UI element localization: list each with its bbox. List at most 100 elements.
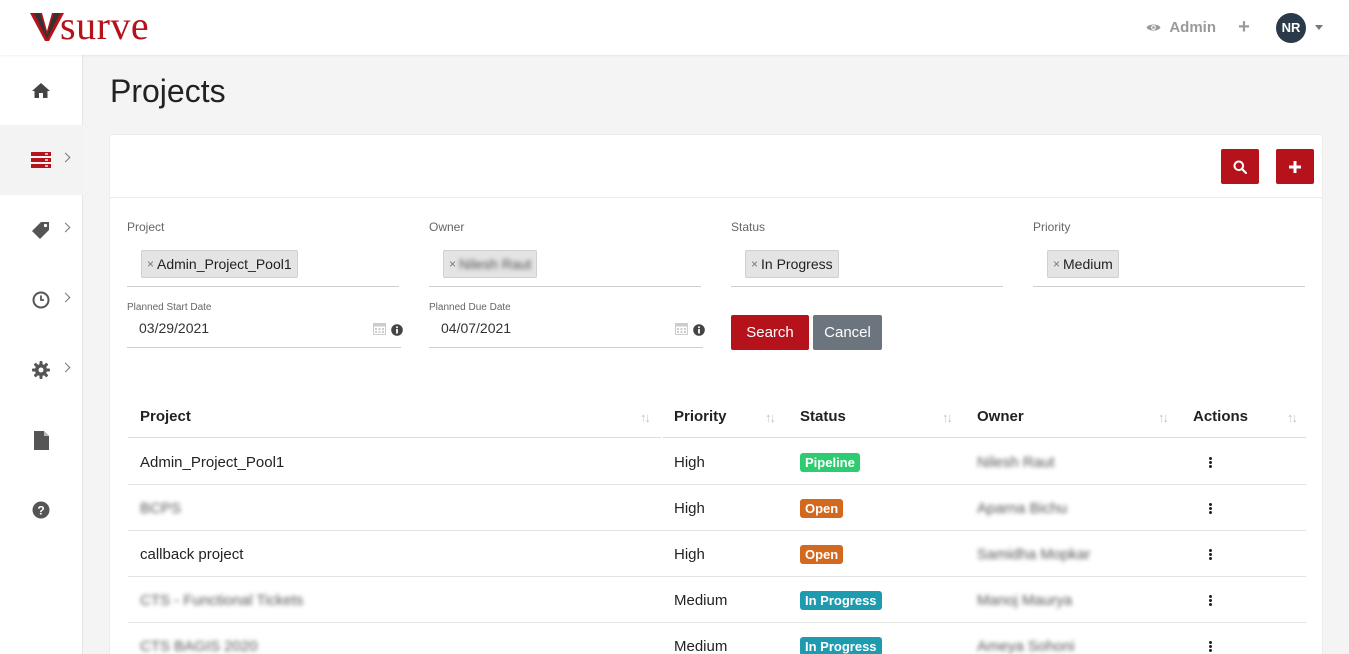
sidebar-item-time[interactable] <box>0 265 83 335</box>
project-filter-select[interactable]: × Admin_Project_Pool1 <box>127 250 399 287</box>
cancel-button[interactable]: Cancel <box>813 315 882 350</box>
sort-icon[interactable]: ↑↓ <box>1158 410 1169 425</box>
table-row[interactable]: Admin_Project_Pool1 High Pipeline Nilesh Ra… <box>128 439 1306 485</box>
column-header-status[interactable]: Status ↑↓ <box>788 396 965 438</box>
project-filter-value: Admin_Project_Pool1 <box>157 256 292 272</box>
admin-label: Admin <box>1169 19 1216 36</box>
project-name: callback project <box>140 545 244 563</box>
document-icon <box>31 430 51 450</box>
project-name-cell[interactable]: Admin_Project_Pool1 <box>140 439 650 485</box>
gear-icon <box>31 360 51 380</box>
remove-tag-icon[interactable]: × <box>751 257 758 271</box>
priority-filter-label: Priority <box>1033 220 1071 234</box>
info-icon[interactable] <box>693 323 705 339</box>
chevron-right-icon <box>60 222 71 233</box>
status-badge: Open <box>800 498 844 518</box>
more-actions-icon[interactable] <box>1205 639 1215 653</box>
project-name-cell[interactable]: CTS - Functional Tickets <box>140 577 650 623</box>
add-project-button[interactable] <box>1276 149 1314 184</box>
project-name: Admin_Project_Pool1 <box>140 453 285 471</box>
top-bar: surve Admin + NR <box>0 0 1349 55</box>
tickets-icon <box>31 220 51 240</box>
table-row[interactable]: callback project High Open Samidha Mopkar <box>128 531 1306 577</box>
sort-icon[interactable]: ↑↓ <box>1287 410 1298 425</box>
remove-tag-icon[interactable]: × <box>147 257 154 271</box>
eye-icon <box>1146 24 1161 31</box>
calendar-icon[interactable] <box>675 322 688 338</box>
sidebar-item-help[interactable]: ? <box>0 475 83 545</box>
project-name: CTS - Functional Tickets <box>140 591 304 609</box>
column-header-label: Priority <box>674 408 727 425</box>
priority-filter-select[interactable]: × Medium <box>1033 250 1305 287</box>
column-header-actions: Actions ↑↓ <box>1181 396 1306 438</box>
plus-icon <box>1289 160 1301 173</box>
info-icon[interactable] <box>391 323 403 339</box>
help-icon: ? <box>31 500 51 520</box>
sidebar-item-tickets[interactable] <box>0 195 83 265</box>
owner-cell: Nilesh Raut <box>977 439 1177 485</box>
remove-tag-icon[interactable]: × <box>1053 257 1060 271</box>
home-icon <box>31 80 51 100</box>
column-header-priority[interactable]: Priority ↑↓ <box>663 396 788 438</box>
sidebar-item-projects[interactable] <box>0 125 83 195</box>
owner-filter-select[interactable]: × Nilesh Raut <box>429 250 701 287</box>
column-header-label: Status <box>800 408 846 425</box>
calendar-icon[interactable] <box>373 322 386 338</box>
more-actions-icon[interactable] <box>1205 455 1215 469</box>
sidebar-item-home[interactable] <box>0 55 83 125</box>
sort-icon[interactable]: ↑↓ <box>640 410 651 425</box>
sidebar-item-documents[interactable] <box>0 405 83 475</box>
search-toggle-button[interactable] <box>1221 149 1259 184</box>
search-button[interactable]: Search <box>731 315 809 350</box>
status-filter-select[interactable]: × In Progress <box>731 250 1003 287</box>
priority-value: Medium <box>674 591 728 609</box>
table-row[interactable]: CTS BAGIS 2020 Medium In Progress Ameya Soh… <box>128 623 1306 654</box>
project-filter-label: Project <box>127 220 165 234</box>
search-icon <box>1233 160 1247 174</box>
logo-text: surve <box>60 3 150 48</box>
sidebar-item-settings[interactable] <box>0 335 83 405</box>
sidebar: ? <box>0 55 83 654</box>
logo-mark-icon <box>30 13 64 41</box>
owner-name: Manoj Maurya <box>977 591 1073 609</box>
project-name-cell[interactable]: callback project <box>140 531 650 577</box>
owner-filter-value: Nilesh Raut <box>459 256 532 272</box>
planned-due-date-input[interactable]: 04/07/2021 <box>429 313 705 348</box>
table-row[interactable]: CTS - Functional Tickets Medium In Progres… <box>128 577 1306 623</box>
status-filter-value: In Progress <box>761 256 833 272</box>
project-name-cell[interactable]: BCPS <box>140 485 650 531</box>
owner-filter-label: Owner <box>429 220 465 234</box>
user-avatar[interactable]: NR <box>1276 12 1306 43</box>
more-actions-icon[interactable] <box>1205 547 1215 561</box>
remove-tag-icon[interactable]: × <box>449 257 456 271</box>
status-cell: Open <box>800 531 960 577</box>
surve-logo[interactable]: surve <box>30 6 149 46</box>
table-row[interactable]: BCPS High Open Aparna Bichu <box>128 485 1306 531</box>
sort-icon[interactable]: ↑↓ <box>942 410 953 425</box>
planned-start-date-input[interactable]: 03/29/2021 <box>127 313 403 348</box>
planned-due-value: 04/07/2021 <box>441 320 512 336</box>
status-badge: In Progress <box>800 590 882 610</box>
more-actions-icon[interactable] <box>1205 593 1215 607</box>
add-plus-icon[interactable]: + <box>1236 16 1252 39</box>
priority-filter-tag: × Medium <box>1047 250 1119 278</box>
actions-cell <box>1205 531 1235 577</box>
sort-icon[interactable]: ↑↓ <box>765 410 776 425</box>
project-name-cell[interactable]: CTS BAGIS 2020 <box>140 623 650 654</box>
priority-cell: High <box>674 439 784 485</box>
project-filter-tag: × Admin_Project_Pool1 <box>141 250 298 278</box>
more-actions-icon[interactable] <box>1205 501 1215 515</box>
admin-view-link[interactable]: Admin <box>1146 19 1216 36</box>
chevron-right-icon <box>60 362 71 373</box>
owner-name: Aparna Bichu <box>977 499 1068 517</box>
column-header-owner[interactable]: Owner ↑↓ <box>965 396 1181 438</box>
priority-cell: Medium <box>674 623 784 654</box>
column-header-label: Owner <box>977 408 1024 425</box>
column-header-project[interactable]: Project ↑↓ <box>128 396 661 438</box>
user-menu-caret-icon[interactable] <box>1315 25 1323 30</box>
owner-name: Ameya Sohoni <box>977 637 1075 654</box>
owner-name: Nilesh Raut <box>977 453 1055 471</box>
priority-filter-value: Medium <box>1063 256 1113 272</box>
priority-cell: High <box>674 485 784 531</box>
status-filter-tag: × In Progress <box>745 250 839 278</box>
